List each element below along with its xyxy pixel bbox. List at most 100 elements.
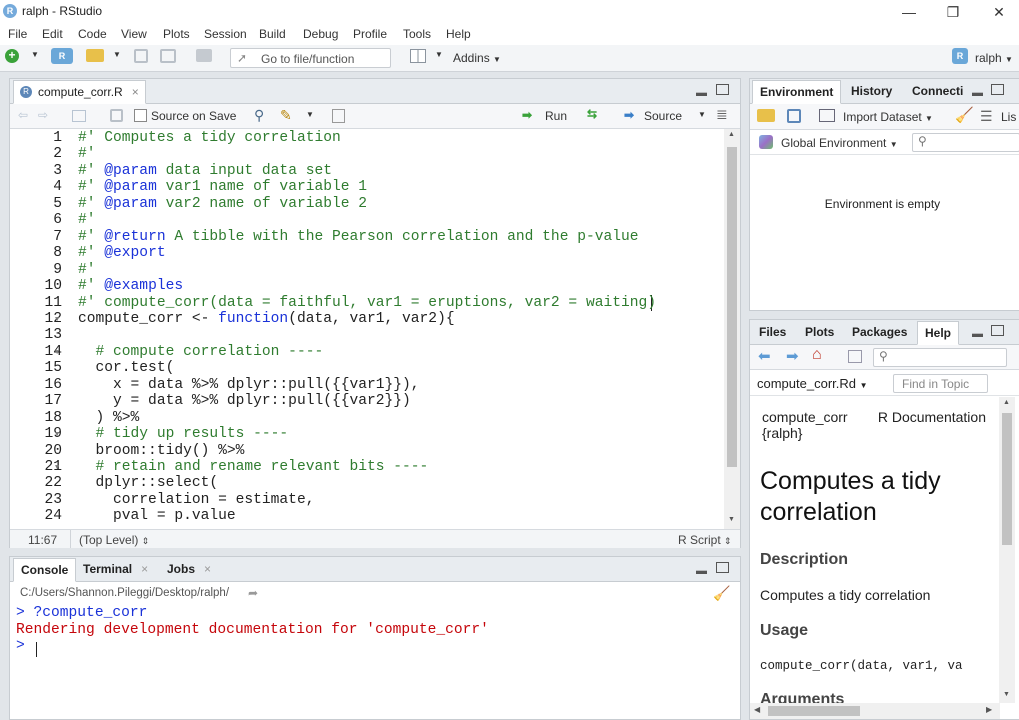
file-type-selector[interactable]: R Script ⇕ (678, 533, 732, 547)
code-tools-dropdown-icon[interactable]: ▼ (306, 110, 314, 119)
menu-file[interactable]: File (8, 27, 27, 41)
minimize-button[interactable]: — (886, 2, 932, 22)
help-scroll-thumb[interactable] (1002, 413, 1012, 545)
open-dropdown-icon[interactable]: ▼ (113, 50, 121, 59)
tab-history[interactable]: History (844, 80, 899, 104)
import-dataset-button[interactable]: Import Dataset ▼ (843, 110, 933, 124)
minimize-pane-icon[interactable]: ▬ (696, 87, 707, 99)
source-button[interactable]: Source (644, 109, 682, 123)
panes-dropdown-icon[interactable]: ▼ (435, 50, 443, 59)
editor-scroll-thumb[interactable] (727, 147, 737, 467)
tab-environment[interactable]: Environment (752, 80, 842, 104)
close-tab-icon[interactable]: × (132, 81, 139, 103)
document-outline-icon[interactable]: ≣ (716, 106, 728, 123)
new-project-icon[interactable]: R (51, 48, 73, 64)
code-editor[interactable]: 1 #' Computes a tidy correlation 2 #' 3 #' @p… (10, 129, 724, 529)
help-forward-icon[interactable]: ➡ (786, 347, 799, 365)
help-search-input[interactable]: ⚲ (873, 348, 1007, 367)
menu-plots[interactable]: Plots (163, 27, 190, 41)
editor-save-icon[interactable] (110, 109, 123, 122)
clear-objects-broom-icon[interactable]: 🧹 (955, 106, 974, 124)
help-hscrollbar[interactable]: ◀ ▶ (750, 703, 1000, 719)
tab-packages[interactable]: Packages (845, 321, 914, 345)
help-home-icon[interactable]: ⌂ (812, 346, 822, 364)
save-all-icon[interactable] (160, 49, 176, 63)
menu-code[interactable]: Code (78, 27, 107, 41)
env-minimize-icon[interactable]: ▬ (972, 87, 983, 99)
find-replace-icon[interactable]: ⚲ (254, 107, 264, 124)
menu-profile[interactable]: Profile (353, 27, 387, 41)
fold-arrow-icon[interactable]: ▼ (55, 431, 59, 439)
code-tools-wand-icon[interactable]: ✎ (280, 107, 292, 124)
help-scrollbar[interactable]: ▲ ▼ (999, 397, 1015, 703)
scope-dropdown[interactable]: Global Environment ▼ (781, 136, 898, 150)
fold-arrow-icon[interactable]: ▼ (55, 316, 59, 324)
project-icon[interactable]: R (952, 48, 968, 64)
project-menu[interactable]: ralph ▼ (975, 51, 1013, 65)
tab-terminal[interactable]: Terminal × (76, 558, 154, 582)
fold-arrow-icon[interactable]: ▼ (55, 464, 59, 472)
menu-view[interactable]: View (121, 27, 147, 41)
env-search-input[interactable]: ⚲ (912, 133, 1019, 152)
print-icon[interactable] (196, 49, 212, 62)
help-scroll-down-icon[interactable]: ▼ (1003, 691, 1010, 698)
menu-session[interactable]: Session (204, 27, 247, 41)
menu-edit[interactable]: Edit (42, 27, 63, 41)
rerun-icon[interactable]: ⇆ (587, 107, 597, 121)
help-scroll-up-icon[interactable]: ▲ (1003, 399, 1010, 406)
maximize-pane-icon[interactable] (716, 84, 729, 95)
new-file-icon[interactable]: + (5, 49, 19, 63)
help-minimize-icon[interactable]: ▬ (972, 328, 983, 340)
save-icon[interactable] (134, 49, 148, 63)
menu-tools[interactable]: Tools (403, 27, 431, 41)
working-directory[interactable]: C:/Users/Shannon.Pileggi/Desktop/ralph/ (20, 587, 229, 599)
go-to-directory-icon[interactable]: ➦ (248, 586, 258, 600)
back-arrow-icon[interactable]: ⇦ (18, 108, 28, 122)
menu-build[interactable]: Build (259, 27, 286, 41)
help-hscroll-thumb[interactable] (768, 706, 860, 716)
console-maximize-icon[interactable] (716, 562, 729, 573)
help-maximize-icon[interactable] (991, 325, 1004, 336)
find-in-topic-input[interactable]: Find in Topic (893, 374, 988, 393)
tab-plots[interactable]: Plots (798, 321, 841, 345)
tab-help[interactable]: Help (917, 321, 960, 345)
workspace-panes-icon[interactable] (410, 49, 426, 63)
editor-tab-compute-corr[interactable]: R compute_corr.R × (13, 80, 146, 104)
help-scroll-left-icon[interactable]: ◀ (754, 705, 760, 714)
open-folder-icon[interactable] (86, 49, 104, 62)
scope-selector[interactable]: (Top Level) ⇕ (79, 533, 149, 547)
source-on-save-checkbox[interactable] (134, 109, 147, 122)
fold-arrow-icon[interactable]: ▼ (55, 349, 59, 357)
close-button[interactable]: ✕ (976, 2, 1019, 22)
help-back-icon[interactable]: ⬅ (758, 347, 771, 365)
source-dropdown-icon[interactable]: ▼ (698, 110, 706, 119)
console-minimize-icon[interactable]: ▬ (696, 565, 707, 577)
env-maximize-icon[interactable] (991, 84, 1004, 95)
scroll-up-icon[interactable]: ▲ (728, 131, 735, 138)
close-jobs-icon[interactable]: × (204, 558, 211, 580)
compile-report-icon[interactable] (332, 109, 345, 123)
load-workspace-icon[interactable] (757, 109, 775, 122)
close-terminal-icon[interactable]: × (141, 558, 148, 580)
menu-help[interactable]: Help (446, 27, 471, 41)
tab-jobs[interactable]: Jobs × (160, 558, 217, 582)
console-output[interactable]: > ?compute_corr Rendering development doc… (16, 605, 736, 657)
tab-console[interactable]: Console (13, 558, 77, 582)
save-workspace-icon[interactable] (787, 109, 801, 123)
menu-debug[interactable]: Debug (303, 27, 338, 41)
tab-connections[interactable]: Connecti (905, 80, 970, 104)
show-in-window-icon[interactable] (72, 110, 86, 122)
help-scroll-right-icon[interactable]: ▶ (986, 705, 992, 714)
addins-menu[interactable]: Addins ▼ (453, 51, 501, 65)
clear-console-icon[interactable]: 🧹 (713, 585, 730, 602)
help-topic-dropdown[interactable]: compute_corr.Rd ▼ (757, 376, 868, 391)
go-to-file-input[interactable]: ➚ Go to file/function (230, 48, 391, 68)
scroll-down-icon[interactable]: ▼ (728, 516, 735, 523)
forward-arrow-icon[interactable]: ⇨ (38, 108, 48, 122)
help-popout-icon[interactable] (848, 350, 862, 363)
list-view-button[interactable]: Lis (1001, 110, 1016, 124)
new-file-dropdown-icon[interactable]: ▼ (31, 50, 39, 59)
editor-scrollbar[interactable]: ▲ ▼ (724, 129, 740, 529)
run-button[interactable]: Run (545, 109, 567, 123)
tab-files[interactable]: Files (752, 321, 793, 345)
